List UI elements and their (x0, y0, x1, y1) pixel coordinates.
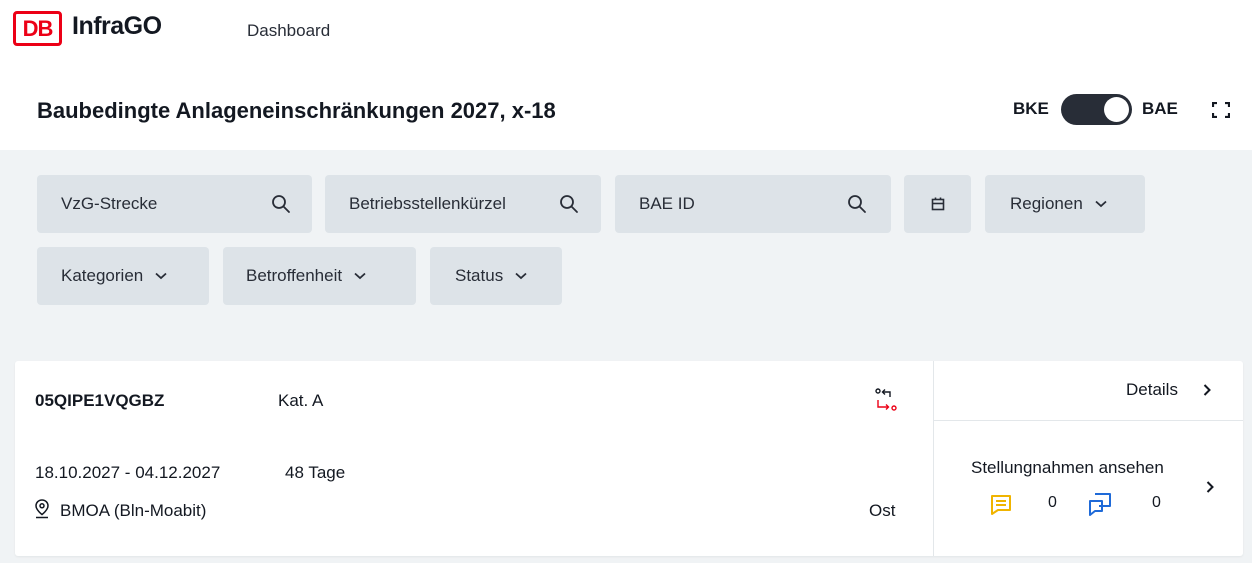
card-region: Ost (869, 501, 896, 520)
search-icon (560, 195, 578, 213)
chevron-right-icon[interactable] (1203, 384, 1211, 396)
comment-icon (991, 495, 1011, 515)
comment-count: 0 (1048, 494, 1057, 511)
betroffenheit-label: Betroffenheit (246, 266, 343, 285)
chevron-right-icon[interactable] (1206, 481, 1214, 493)
title-bar: Baubedingte Anlageneinschränkungen 2027,… (0, 68, 1252, 150)
restriction-card[interactable]: 05QIPE1VQGBZ Kat. A 18.10.2027 - 04.12.2… (15, 361, 1243, 556)
betroffenheit-dropdown[interactable]: Betroffenheit (223, 247, 416, 305)
bke-bae-toggle[interactable] (1061, 94, 1132, 125)
toggle-label-bke: BKE (1013, 99, 1049, 118)
reply-count: 0 (1152, 494, 1161, 511)
vzg-strecke-search[interactable]: VzG-Strecke (37, 175, 312, 233)
page-title: Baubedingte Anlageneinschränkungen 2027,… (37, 98, 556, 123)
fullscreen-icon[interactable] (1212, 102, 1230, 118)
search-icon (272, 195, 290, 213)
card-category: Kat. A (278, 391, 324, 410)
kategorien-label: Kategorien (61, 266, 144, 285)
route-change-icon (875, 388, 897, 411)
date-filter-button[interactable] (904, 175, 971, 233)
vzg-strecke-placeholder: VzG-Strecke (61, 194, 158, 213)
location-pin-icon (35, 499, 49, 519)
search-icon (848, 195, 866, 213)
card-id: 05QIPE1VQGBZ (35, 391, 165, 410)
bae-id-placeholder: BAE ID (639, 194, 695, 213)
chevron-down-icon (1095, 200, 1107, 208)
reply-icon (1089, 493, 1111, 516)
card-divider-horizontal (934, 420, 1243, 421)
chevron-down-icon (155, 272, 167, 280)
betriebsstellenkuerzel-placeholder: Betriebsstellenkürzel (349, 194, 506, 213)
db-logo-text: DB (22, 15, 54, 41)
statements-link[interactable]: Stellungnahmen ansehen (971, 458, 1164, 478)
card-location: BMOA (Bln-Moabit) (60, 501, 207, 520)
regionen-dropdown[interactable]: Regionen (985, 175, 1145, 233)
chevron-down-icon (515, 272, 527, 280)
status-label: Status (455, 266, 504, 285)
filter-panel: VzG-Strecke Betriebsstellenkürzel BAE ID… (0, 150, 1252, 340)
regionen-label: Regionen (1010, 194, 1083, 213)
top-bar: DB InfraGO Dashboard (0, 0, 1252, 68)
card-divider-vertical (933, 361, 934, 556)
brand-name: InfraGO (72, 12, 162, 40)
betriebsstellenkuerzel-search[interactable]: Betriebsstellenkürzel (325, 175, 601, 233)
kategorien-dropdown[interactable]: Kategorien (37, 247, 209, 305)
calendar-icon (931, 197, 944, 211)
details-link[interactable]: Details (1126, 380, 1178, 400)
db-logo[interactable]: DB (13, 11, 62, 46)
nav-dashboard-link[interactable]: Dashboard (247, 21, 330, 41)
toggle-label-bae: BAE (1142, 99, 1178, 118)
card-duration: 48 Tage (285, 463, 346, 482)
bae-id-search[interactable]: BAE ID (615, 175, 891, 233)
card-date-range: 18.10.2027 - 04.12.2027 (35, 463, 221, 482)
toggle-knob (1104, 97, 1129, 122)
chevron-down-icon (354, 272, 366, 280)
status-dropdown[interactable]: Status (430, 247, 562, 305)
